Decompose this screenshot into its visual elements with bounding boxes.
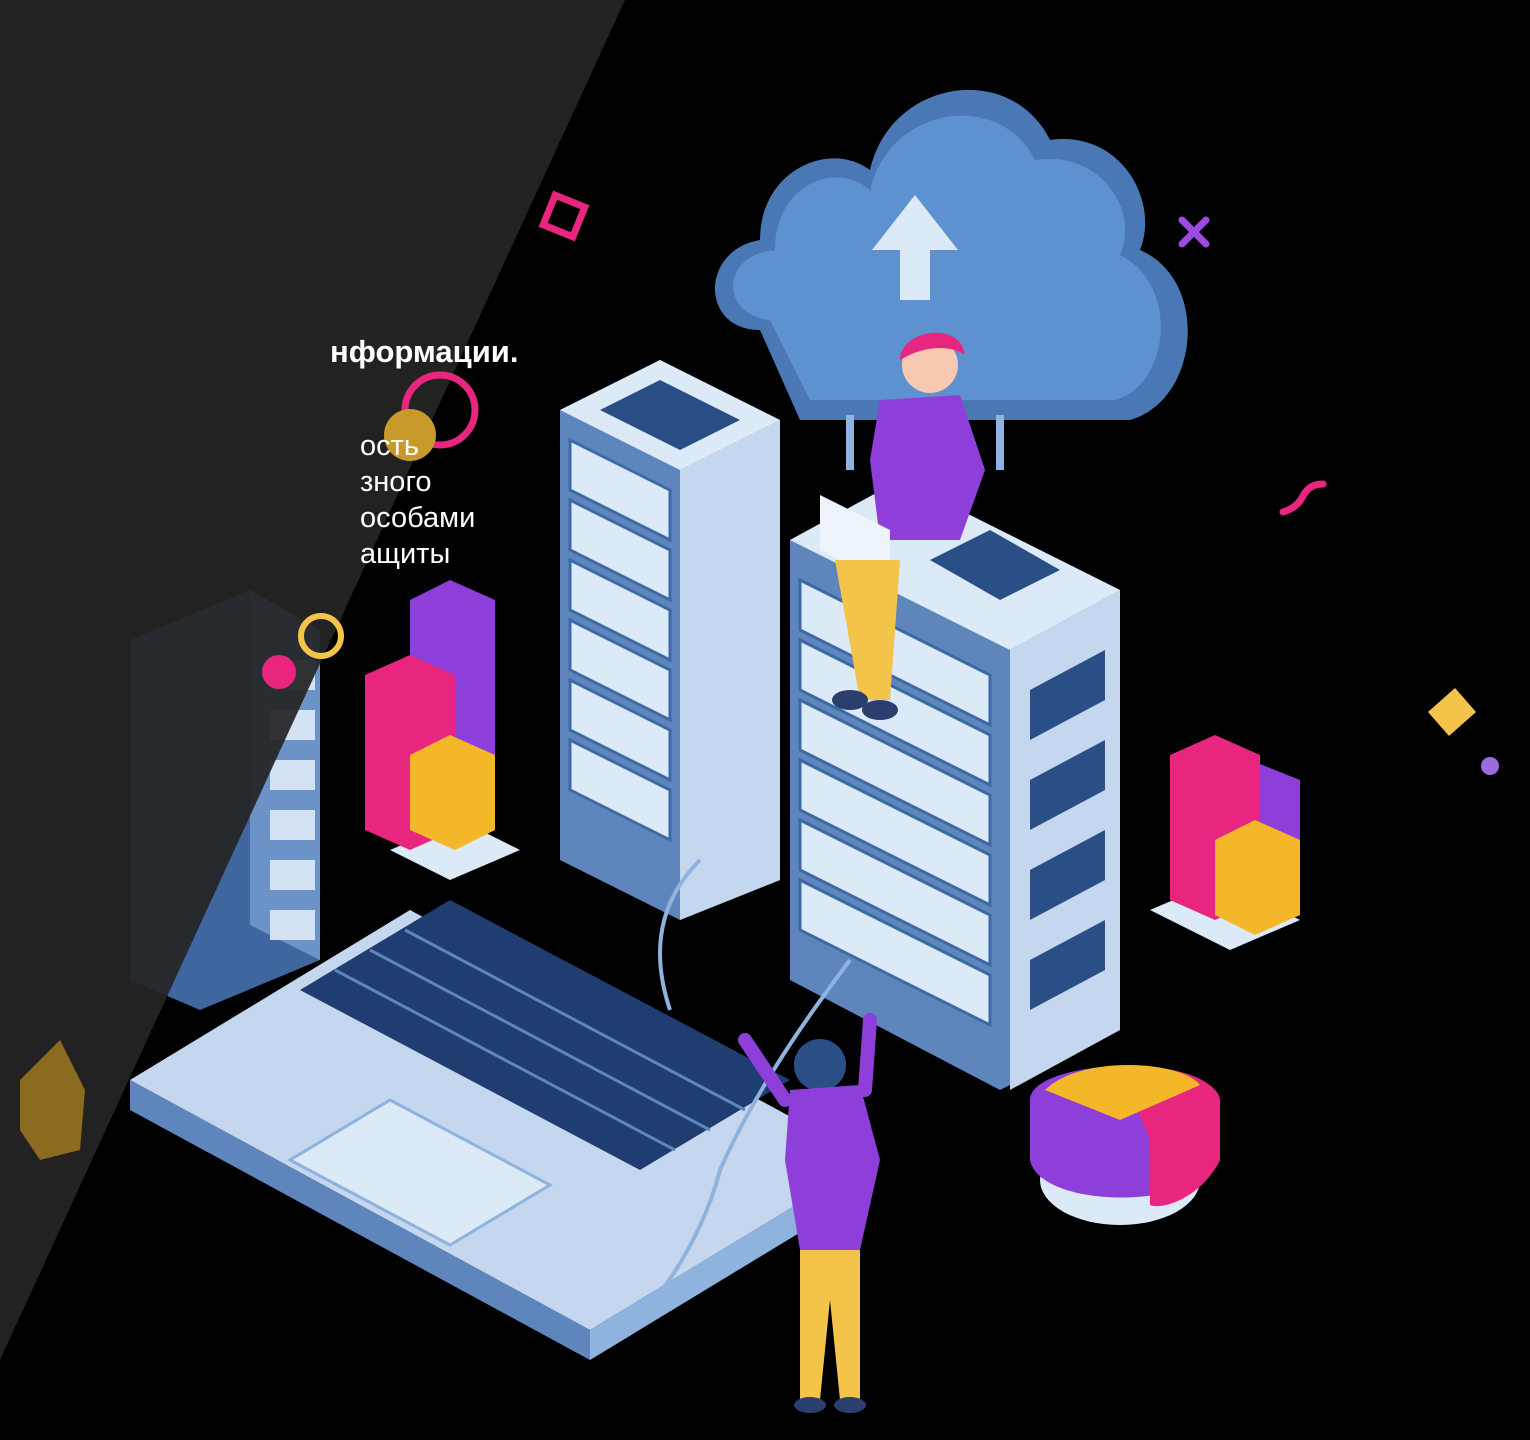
bar-chart-3d-left bbox=[365, 580, 520, 880]
deco-dot-yellow bbox=[384, 409, 436, 461]
deco-squiggle-pink bbox=[1279, 480, 1327, 516]
deco-diamond-yellow bbox=[1428, 688, 1476, 736]
deco-x-purple bbox=[1178, 216, 1210, 248]
bar-chart-3d-right bbox=[1150, 735, 1300, 950]
server-rack-left bbox=[560, 360, 780, 920]
pie-chart-3d bbox=[1030, 1065, 1220, 1225]
deco-dot-purple bbox=[1481, 757, 1499, 775]
deco-square-pink bbox=[538, 190, 590, 242]
isometric-datacenter-illustration bbox=[0, 0, 1499, 1413]
deco-dot-pink bbox=[262, 655, 296, 689]
